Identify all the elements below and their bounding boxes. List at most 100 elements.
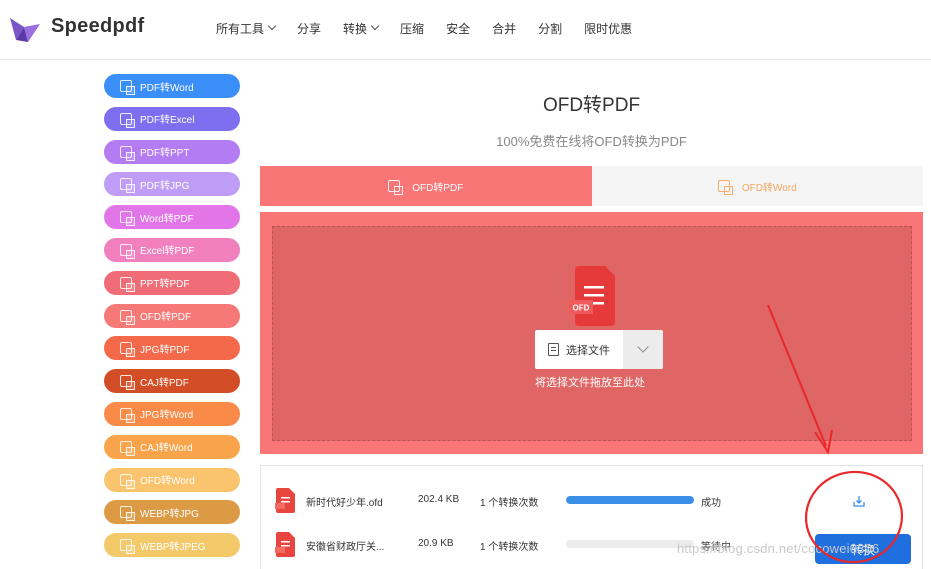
tab-label: OFD转PDF xyxy=(412,182,464,194)
sidebar-item[interactable]: PDF转Excel xyxy=(104,106,240,131)
sidebar-item[interactable]: PDF转Word xyxy=(104,74,240,98)
convert-icon xyxy=(120,243,135,259)
sidebar-item[interactable]: WEBP转JPG xyxy=(104,500,240,525)
sidebar-item-label: JPG转Word xyxy=(140,410,194,422)
convert-icon xyxy=(120,473,135,489)
watermark: https://blog.csdn.net/cocowei0306 xyxy=(677,541,880,556)
tab-ofd-to-pdf[interactable]: OFD转PDF xyxy=(260,166,592,206)
convert-icon xyxy=(120,506,135,522)
page-title: OFD转PDF xyxy=(542,95,641,116)
sidebar-item-label: PPT转PDF xyxy=(140,279,190,291)
convert-icon xyxy=(120,276,135,292)
chevron-down-icon xyxy=(267,21,277,31)
sidebar-item[interactable]: JPG转Word xyxy=(104,401,240,426)
file-name: 新时代好少年.ofd xyxy=(306,498,383,509)
sidebar-item-label: PDF转Word xyxy=(140,82,194,94)
nav-label: 安全 xyxy=(446,21,471,36)
select-file-main[interactable]: 选择文件 xyxy=(535,330,623,369)
sidebar-item-label: JPG转PDF xyxy=(140,344,190,356)
nav-label: 限时优惠 xyxy=(584,21,633,36)
document-icon xyxy=(548,343,559,356)
conversion-tabs: OFD转PDF OFD转Word xyxy=(260,166,923,206)
convert-icon xyxy=(717,180,733,195)
convert-icon xyxy=(120,375,135,391)
conversion-count: 1 个转换次数 xyxy=(480,498,539,509)
nav-label: 压缩 xyxy=(400,21,425,36)
sidebar-item-label: OFD转Word xyxy=(140,476,195,488)
nav-merge[interactable]: 合并 xyxy=(492,19,516,37)
convert-icon xyxy=(120,211,135,227)
convert-icon xyxy=(120,407,135,423)
drop-hint: 将选择文件拖放至此处 xyxy=(535,377,645,389)
tool-sidebar: PDF转Word PDF转Excel PDF转PPT PDF转JPG Word转PDF E… xyxy=(104,74,240,566)
sidebar-item[interactable]: WEBP转JPEG xyxy=(104,533,240,558)
page-subtitle: 100%免费在线将OFD转换为PDF xyxy=(496,134,687,149)
nav-compress[interactable]: 压缩 xyxy=(400,19,424,37)
file-icon xyxy=(275,488,295,513)
nav-all-tools[interactable]: 所有工具 xyxy=(216,19,277,37)
select-file-label: 选择文件 xyxy=(566,344,610,357)
progress-bar xyxy=(566,540,694,548)
nav-label: 分割 xyxy=(538,21,563,36)
main-nav: 所有工具 分享 转换 压缩 安全 合并 分割 限时优惠 xyxy=(216,19,654,37)
sidebar-item[interactable]: CAJ转PDF xyxy=(104,369,240,394)
convert-icon xyxy=(120,440,135,456)
sidebar-item[interactable]: Excel转PDF xyxy=(104,237,240,262)
sidebar-item[interactable]: CAJ转Word xyxy=(104,434,240,459)
file-size: 20.9 KB xyxy=(418,538,454,549)
nav-label: 所有工具 xyxy=(216,21,265,36)
nav-convert[interactable]: 转换 xyxy=(343,19,380,37)
sidebar-item-label: CAJ转PDF xyxy=(140,377,189,389)
brand-name[interactable]: Speedpdf xyxy=(51,15,145,38)
sidebar-item[interactable]: OFD转Word xyxy=(104,467,240,492)
file-status: 成功 xyxy=(701,498,721,509)
sidebar-item-label: PDF转Excel xyxy=(140,115,195,127)
convert-icon xyxy=(120,112,135,128)
sidebar-item[interactable]: OFD转PDF xyxy=(104,303,240,328)
convert-icon xyxy=(120,539,135,555)
sidebar-item-label: Excel转PDF xyxy=(140,246,195,258)
progress-fill xyxy=(566,496,694,504)
nav-promotion[interactable]: 限时优惠 xyxy=(584,19,632,37)
convert-icon xyxy=(120,145,135,161)
convert-icon xyxy=(120,342,135,358)
sidebar-item[interactable]: PPT转PDF xyxy=(104,270,240,295)
top-header: Speedpdf 所有工具 分享 转换 压缩 安全 合并 分割 限时优惠 xyxy=(0,0,931,60)
file-icon xyxy=(275,532,295,557)
sidebar-item-label: CAJ转Word xyxy=(140,443,193,455)
sidebar-item-label: Word转PDF xyxy=(140,213,194,225)
sidebar-item-label: WEBP转JPG xyxy=(140,508,199,520)
convert-icon xyxy=(120,178,135,194)
select-file-button[interactable]: 选择文件 xyxy=(535,330,663,369)
nav-label: 分享 xyxy=(297,21,322,36)
file-name: 安徽省财政厅关... xyxy=(306,542,385,553)
conversion-count: 1 个转换次数 xyxy=(480,542,539,553)
sidebar-item-label: PDF转JPG xyxy=(140,180,190,192)
nav-label: 合并 xyxy=(492,21,517,36)
tab-ofd-to-word[interactable]: OFD转Word xyxy=(591,166,923,206)
progress-bar xyxy=(566,496,694,504)
nav-share[interactable]: 分享 xyxy=(297,19,321,37)
convert-icon xyxy=(120,309,135,325)
nav-split[interactable]: 分割 xyxy=(538,19,562,37)
chevron-down-icon xyxy=(637,341,649,353)
sidebar-item[interactable]: JPG转PDF xyxy=(104,336,240,361)
sidebar-item-label: OFD转PDF xyxy=(140,312,192,324)
sidebar-item[interactable]: Word转PDF xyxy=(104,205,240,230)
tab-label: OFD转Word xyxy=(741,182,797,194)
convert-icon xyxy=(120,80,135,95)
sidebar-item-label: WEBP转JPEG xyxy=(140,541,206,553)
ofd-file-icon: OFD xyxy=(569,266,615,326)
chevron-down-icon xyxy=(370,21,380,31)
file-row: 新时代好少年.ofd 202.4 KB 1 个转换次数 成功 xyxy=(261,486,924,526)
speedpdf-logo-icon[interactable] xyxy=(6,12,42,46)
sidebar-item-label: PDF转PPT xyxy=(140,148,190,160)
nav-label: 转换 xyxy=(343,21,368,36)
nav-security[interactable]: 安全 xyxy=(446,19,470,37)
file-size: 202.4 KB xyxy=(418,494,460,505)
convert-icon xyxy=(388,180,404,195)
sidebar-item[interactable]: PDF转PPT xyxy=(104,139,240,164)
sidebar-item[interactable]: PDF转JPG xyxy=(104,172,240,197)
source-dropdown-toggle[interactable] xyxy=(623,330,663,369)
file-badge: OFD xyxy=(573,304,590,313)
